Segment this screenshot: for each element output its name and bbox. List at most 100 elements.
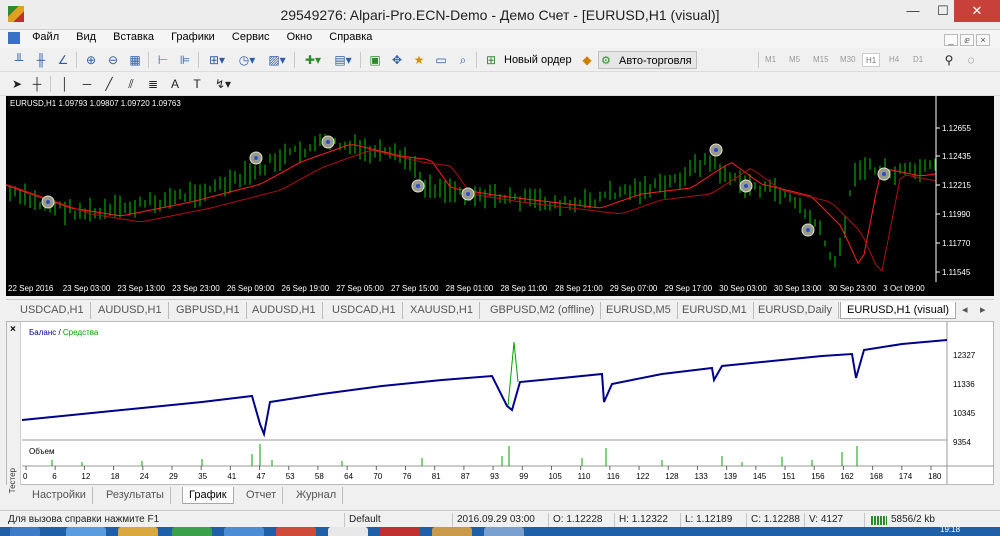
taskbar-app5-icon[interactable]	[432, 527, 472, 536]
chart-tab[interactable]: AUDUSD,H1	[246, 302, 323, 319]
new-order-button[interactable]: Новый ордер	[500, 51, 576, 69]
trade-marker-dot	[46, 200, 50, 204]
balance-line	[22, 339, 948, 438]
mdi-restore-button[interactable]: ⅇ	[960, 34, 974, 46]
search-icon[interactable]: ⚲	[940, 51, 958, 69]
menu-file[interactable]: Файл	[25, 30, 66, 44]
horizontal-line-icon[interactable]: ─	[78, 75, 96, 93]
taskbar-ie-icon[interactable]	[66, 527, 106, 536]
arrows-icon[interactable]: ↯▾	[210, 75, 236, 93]
vertical-line-icon[interactable]: │	[56, 75, 74, 93]
start-button-icon[interactable]	[10, 527, 40, 536]
chart-tab[interactable]: EURUSD,Daily	[752, 302, 839, 319]
indicators-icon[interactable]: ⊞▾	[204, 51, 230, 69]
new-chart-icon[interactable]: ✚▾	[300, 51, 326, 69]
tester-tab[interactable]: Отчет	[240, 487, 284, 504]
taskbar-app4-icon[interactable]	[380, 527, 420, 536]
data-window-icon[interactable]: ▭	[432, 51, 450, 69]
chart-tab[interactable]: EURUSD,H1 (visual)	[840, 302, 957, 319]
timeframe-m15[interactable]: M15	[810, 53, 832, 67]
tester-tab[interactable]: Настройки	[26, 487, 93, 504]
timeframe-m30[interactable]: M30	[837, 53, 859, 67]
timeframe-h1[interactable]: H1	[862, 53, 881, 67]
text-label-icon[interactable]: T	[188, 75, 206, 93]
taskbar-app3-icon[interactable]	[276, 527, 316, 536]
chart-tab[interactable]: EURUSD,M5	[600, 302, 678, 319]
taskbar-terminal-icon[interactable]	[328, 527, 368, 536]
chart-tab[interactable]: USDCAD,H1	[326, 302, 403, 319]
menu-help[interactable]: Справка	[322, 30, 379, 44]
text-tool-icon[interactable]: A	[166, 75, 184, 93]
time-label: 30 Sep 03:00	[719, 284, 767, 293]
tester-tab[interactable]: Результаты	[100, 487, 171, 504]
channel-icon[interactable]: ⫽	[122, 75, 140, 93]
chat-icon[interactable]: ◌	[962, 51, 980, 69]
ma-slow-line	[6, 149, 937, 272]
timeframe-m1[interactable]: M1	[762, 53, 779, 67]
menu-view[interactable]: Вид	[69, 30, 103, 44]
menu-insert[interactable]: Вставка	[106, 30, 161, 44]
chart-tab[interactable]: USDCAD,H1	[14, 302, 91, 319]
market-watch-icon[interactable]: ▣	[366, 51, 384, 69]
auto-trading-button[interactable]: ⚙ Авто-торговля	[598, 51, 697, 69]
fibonacci-icon[interactable]: ≣	[144, 75, 162, 93]
tab-scroll-right-icon[interactable]: ▸	[974, 302, 992, 319]
minimize-button[interactable]: —	[898, 0, 928, 22]
tab-scroll-left-icon[interactable]: ◂	[956, 302, 974, 319]
trade-number-label: 162	[840, 472, 854, 481]
time-label: 27 Sep 05:00	[336, 284, 384, 293]
taskbar-app2-icon[interactable]	[224, 527, 264, 536]
autoscroll-icon[interactable]: ⊢	[154, 51, 172, 69]
price-chart[interactable]: 1.12655 1.12435 1.12215 1.11990 1.11770 1.115…	[6, 96, 994, 286]
candlestick-icon[interactable]: ╫	[32, 51, 50, 69]
templates-icon[interactable]: ▨▾	[264, 51, 290, 69]
taskbar-explorer-icon[interactable]	[118, 527, 158, 536]
chart-tab[interactable]: GBPUSD,M2 (offline)	[484, 302, 602, 319]
timeframe-d1[interactable]: D1	[910, 53, 926, 67]
navigator-icon[interactable]: ✥	[388, 51, 406, 69]
timeframe-m5[interactable]: M5	[786, 53, 803, 67]
trade-marker-dot	[254, 156, 258, 160]
cursor-icon[interactable]: ➤	[8, 75, 26, 93]
taskbar-app6-icon[interactable]	[484, 527, 524, 536]
status-profile[interactable]: Default	[344, 513, 448, 527]
metaeditor-icon[interactable]: ◆	[578, 51, 596, 69]
crosshair-icon[interactable]: ┼	[28, 75, 46, 93]
strategy-tester-icon[interactable]: ⌕	[454, 51, 472, 69]
tile-windows-icon[interactable]: ▦	[126, 51, 144, 69]
trendline-icon[interactable]: ╱	[100, 75, 118, 93]
taskbar: 19:18	[0, 525, 1000, 536]
tester-tab[interactable]: Журнал	[290, 487, 344, 504]
chart-shift-icon[interactable]: ⊫	[176, 51, 194, 69]
menu-charts[interactable]: Графики	[164, 30, 222, 44]
timeframe-h4[interactable]: H4	[886, 53, 902, 67]
trade-number-label: 76	[403, 472, 412, 481]
tester-tab[interactable]: График	[182, 487, 234, 504]
zoom-in-icon[interactable]: ⊕	[82, 51, 100, 69]
trade-number-label: 122	[636, 472, 650, 481]
zoom-out-icon[interactable]: ⊖	[104, 51, 122, 69]
price-label: 1.11770	[942, 239, 971, 248]
chart-tab[interactable]: XAUUSD,H1	[404, 302, 480, 319]
periodicity-icon[interactable]: ◷▾	[234, 51, 260, 69]
terminal-icon[interactable]: ★	[410, 51, 428, 69]
trade-number-label: 156	[811, 472, 825, 481]
menu-tools[interactable]: Сервис	[225, 30, 277, 44]
line-chart-icon[interactable]: ∠	[54, 51, 72, 69]
tester-close-button[interactable]: ×	[10, 324, 16, 335]
chart-tab[interactable]: AUDUSD,H1	[92, 302, 169, 319]
status-help: Для вызова справки нажмите F1	[8, 514, 160, 525]
mdi-minimize-button[interactable]: _	[944, 34, 958, 46]
chart-tab[interactable]: EURUSD,M1	[676, 302, 754, 319]
trade-marker-dot	[416, 184, 420, 188]
chart-tab[interactable]: GBPUSD,H1	[170, 302, 247, 319]
profiles-icon[interactable]: ▤▾	[330, 51, 356, 69]
volume-label: Объем	[29, 447, 55, 456]
mdi-close-button[interactable]: ×	[976, 34, 990, 46]
close-button[interactable]: ✕	[954, 0, 1000, 22]
menu-window[interactable]: Окно	[280, 30, 320, 44]
tester-tabs: Настройки Результаты График Отчет Журнал	[20, 485, 994, 505]
trade-number-label: 139	[724, 472, 738, 481]
taskbar-app-icon[interactable]	[172, 527, 212, 536]
bar-chart-icon[interactable]: ╨	[10, 51, 28, 69]
